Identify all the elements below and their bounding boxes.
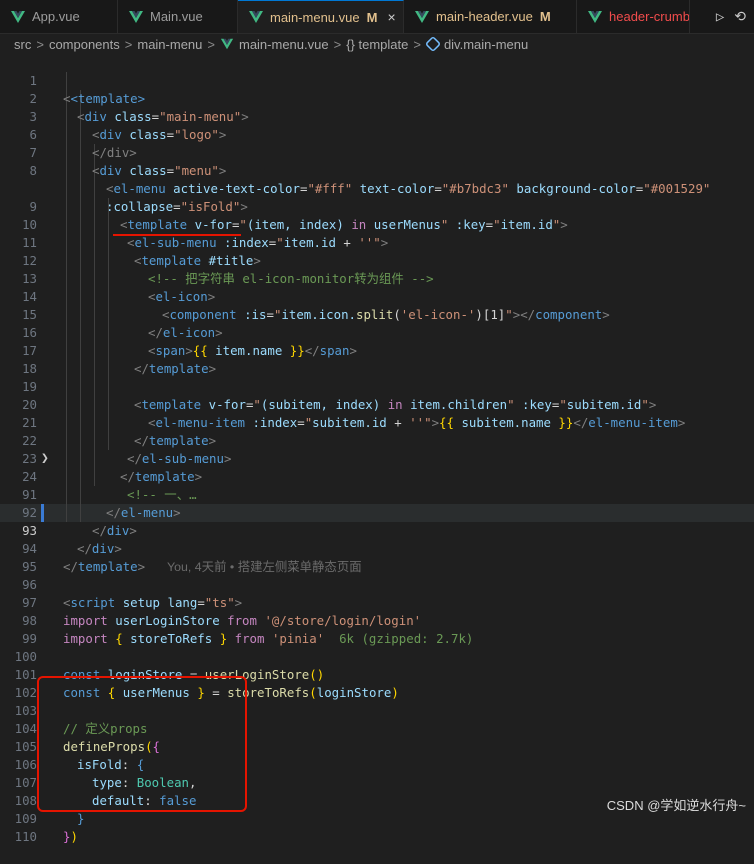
code-line: 16 <span>{{ item.name }}</span> <box>22 325 357 358</box>
element-icon <box>425 37 440 51</box>
code-line: 9 <template v-for="(item, index) in user… <box>29 199 568 232</box>
code-line: 101 const { userMenus } = storeToRefs(lo… <box>14 667 399 700</box>
breadcrumb-item[interactable]: src <box>14 37 31 52</box>
editor-tab-bar: App.vue Main.vue main-menu.vue M × main-… <box>0 0 754 34</box>
code-line: 94 </template> <box>22 541 146 574</box>
code-line: 15 </el-icon> <box>22 307 223 340</box>
watermark: CSDN @学如逆水行舟~ <box>606 798 746 813</box>
code-line: 99 <box>22 631 37 646</box>
close-icon[interactable]: × <box>387 9 395 25</box>
chevron-right-icon: > <box>36 36 44 52</box>
code-line: 20 <el-menu-item :index="subitem.id + ''… <box>22 397 686 430</box>
code-line: 14 <component :is="item.icon.split('el-i… <box>22 289 610 322</box>
tab-app-vue[interactable]: App.vue <box>0 0 118 33</box>
tab-label: App.vue <box>32 9 80 24</box>
history-icon[interactable]: ⟲ <box>734 9 746 25</box>
tab-label: header-crumb <box>609 9 690 24</box>
code-line: 12 <!-- 把字符串 el-icon-monitor转为组件 --> <box>22 253 434 286</box>
breadcrumb-item[interactable]: components <box>49 37 120 52</box>
vue-file-icon <box>588 10 602 23</box>
breadcrumb: src > components > main-menu > main-menu… <box>0 34 754 54</box>
editor-actions: ▷ ⟲ <box>707 0 754 33</box>
code-line: 11 <template #title> <box>22 235 261 268</box>
code-line: 96 <script setup lang="ts"> <box>22 577 243 610</box>
tab-label: main-menu.vue <box>270 9 360 25</box>
code-line: 17 </template> <box>22 343 217 376</box>
code-line-folded: 24 <!-- 一、… <box>22 469 204 502</box>
vue-file-icon <box>249 11 263 23</box>
code-line: 100 const loginStore = userLoginStore() <box>14 649 325 682</box>
chevron-right-icon: > <box>124 36 133 52</box>
code-line: 98 import { storeToRefs } from 'pinia' 6… <box>22 613 474 646</box>
chevron-right-icon: > <box>207 36 215 52</box>
code-line: 92 </div> <box>22 505 137 538</box>
tab-main-vue[interactable]: Main.vue <box>118 0 238 33</box>
code-line: 7 <div class="menu"> <box>29 145 227 178</box>
code-line: 6 </div> <box>29 127 137 160</box>
run-icon[interactable]: ▷ <box>716 9 724 25</box>
annotation-box <box>37 676 247 812</box>
code-line: 91 </el-menu> <box>22 487 181 520</box>
code-line: 2 <div class="main-menu"> <box>29 91 249 124</box>
code-line-current: 93 </div> You, 4天前 • 搭建左侧菜单静态页面 <box>22 523 362 574</box>
tab-label: main-header.vue <box>436 9 533 24</box>
code-line: 10 <el-sub-menu :index="item.id + ''"> <box>22 217 389 250</box>
code-line: 21 </template> <box>22 415 217 448</box>
chevron-right-icon: > <box>333 36 342 52</box>
code-line: 1 <<template> <box>29 73 146 106</box>
breadcrumb-item[interactable]: {} template <box>346 37 408 52</box>
vue-file-icon <box>129 10 143 23</box>
code-line: 13 <el-icon> <box>22 271 216 304</box>
code-line: 18 <box>22 361 37 376</box>
code-line: 19 <template v-for="(subitem, index) in … <box>22 379 657 412</box>
tab-header-crumb[interactable]: header-crumb <box>577 0 690 33</box>
modified-badge: M <box>366 9 378 25</box>
code-line: :collapse="isFold"> <box>106 199 248 214</box>
tab-main-header-vue[interactable]: main-header.vue M <box>404 0 577 33</box>
code-line: 22 </el-sub-menu> <box>22 433 232 466</box>
vue-file-icon <box>220 38 234 50</box>
chevron-right-icon: > <box>413 36 421 52</box>
code-line: 23 </template> <box>22 451 203 484</box>
tab-label: Main.vue <box>150 9 203 24</box>
breadcrumb-item[interactable]: main-menu.vue <box>239 37 329 52</box>
breadcrumb-item[interactable]: div.main-menu <box>444 37 528 52</box>
breadcrumb-item[interactable]: main-menu <box>137 37 202 52</box>
modified-badge: M <box>539 9 551 24</box>
vue-file-icon <box>415 10 429 23</box>
chevron-right-icon[interactable]: ❯ <box>41 452 55 466</box>
code-line: 3 <div class="logo"> <box>29 109 227 142</box>
code-line: 97 import userLoginStore from '@/store/l… <box>22 595 422 628</box>
vue-file-icon <box>11 10 25 23</box>
code-line: 95 <box>22 559 37 574</box>
tab-main-menu-vue[interactable]: main-menu.vue M × <box>238 0 404 33</box>
code-line: 8 <el-menu active-text-color="#fff" text… <box>29 163 711 196</box>
